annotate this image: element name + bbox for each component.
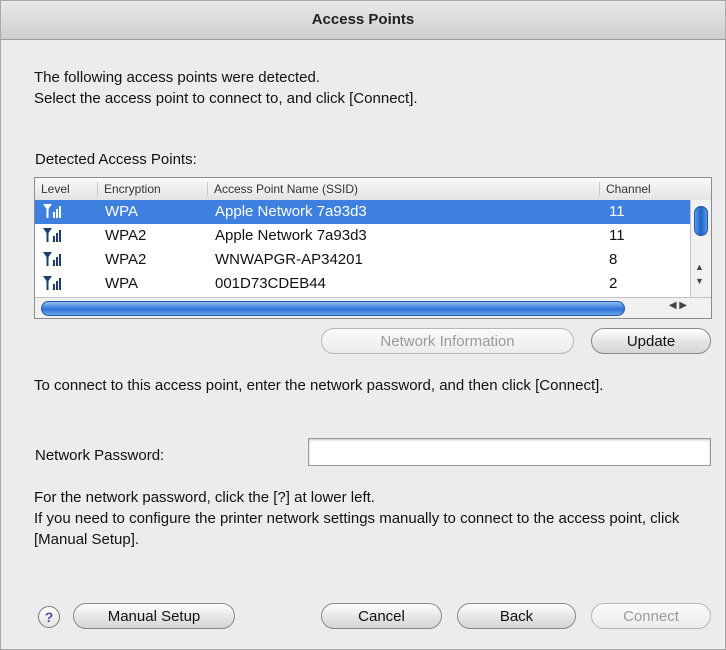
column-header-ssid[interactable]: Access Point Name (SSID) <box>207 182 358 196</box>
password-instruction: To connect to this access point, enter t… <box>34 377 604 394</box>
ssid-cell: Apple Network 7a93d3 <box>215 227 367 244</box>
signal-strength-icon <box>43 228 61 242</box>
encryption-cell: WPA2 <box>105 227 147 244</box>
intro-line-1: The following access points were detecte… <box>34 69 320 86</box>
ssid-cell: 001D73CDEB44 <box>215 275 326 292</box>
scroll-up-arrow-icon[interactable]: ▲ <box>695 262 704 272</box>
channel-cell: 11 <box>609 227 625 244</box>
intro-text: The following access points were detecte… <box>34 67 694 109</box>
connect-button[interactable]: Connect <box>591 603 711 629</box>
manual-setup-button[interactable]: Manual Setup <box>73 603 235 629</box>
table-row[interactable]: WPA 001D73CDEB44 2 <box>35 272 691 296</box>
signal-strength-icon <box>43 252 61 266</box>
help-icon[interactable]: ? <box>38 606 60 628</box>
vertical-scrollbar[interactable]: ▲ ▼ <box>690 200 711 298</box>
horizontal-scrollbar[interactable]: ◀ ▶ <box>35 297 711 318</box>
network-password-input[interactable] <box>308 438 711 466</box>
scroll-left-right-arrows-icon[interactable]: ◀ ▶ <box>669 300 687 311</box>
encryption-cell: WPA2 <box>105 251 147 268</box>
access-points-dialog: Access Points The following access point… <box>0 0 726 650</box>
title-bar: Access Points <box>1 1 725 40</box>
encryption-cell: WPA <box>105 203 139 220</box>
ssid-cell: Apple Network 7a93d3 <box>215 203 367 220</box>
notes-text: For the network password, click the [?] … <box>34 487 704 550</box>
table-row[interactable]: WPA2 WNWAPGR-AP34201 8 <box>35 248 691 272</box>
back-button[interactable]: Back <box>457 603 576 629</box>
vertical-scroll-thumb[interactable] <box>694 206 708 236</box>
cancel-button[interactable]: Cancel <box>321 603 442 629</box>
intro-line-2: Select the access point to connect to, a… <box>34 90 418 107</box>
list-rows: WPA Apple Network 7a93d3 11 WPA2 Apple N… <box>35 200 691 296</box>
table-row-selected[interactable]: WPA Apple Network 7a93d3 11 <box>35 200 691 224</box>
column-header-channel[interactable]: Channel <box>599 182 651 196</box>
window-title: Access Points <box>311 11 415 28</box>
table-row[interactable]: WPA2 Apple Network 7a93d3 11 <box>35 224 691 248</box>
column-header-encryption[interactable]: Encryption <box>97 182 161 196</box>
detected-access-points-label: Detected Access Points: <box>35 151 197 168</box>
horizontal-scroll-thumb[interactable] <box>41 301 625 316</box>
notes-line-1: For the network password, click the [?] … <box>34 489 375 506</box>
update-button[interactable]: Update <box>591 328 711 354</box>
channel-cell: 2 <box>609 275 618 292</box>
network-information-button[interactable]: Network Information <box>321 328 574 354</box>
column-header-level[interactable]: Level <box>35 182 70 196</box>
channel-cell: 11 <box>609 203 625 220</box>
list-header: Level Encryption Access Point Name (SSID… <box>35 178 711 201</box>
signal-strength-icon <box>43 204 61 218</box>
network-password-label: Network Password: <box>35 447 165 464</box>
scroll-down-arrow-icon[interactable]: ▼ <box>695 276 704 286</box>
channel-cell: 8 <box>609 251 618 268</box>
signal-strength-icon <box>43 276 61 290</box>
access-points-list[interactable]: Level Encryption Access Point Name (SSID… <box>34 177 712 319</box>
ssid-cell: WNWAPGR-AP34201 <box>215 251 363 268</box>
notes-line-2: If you need to configure the printer net… <box>34 510 680 548</box>
encryption-cell: WPA <box>105 275 139 292</box>
